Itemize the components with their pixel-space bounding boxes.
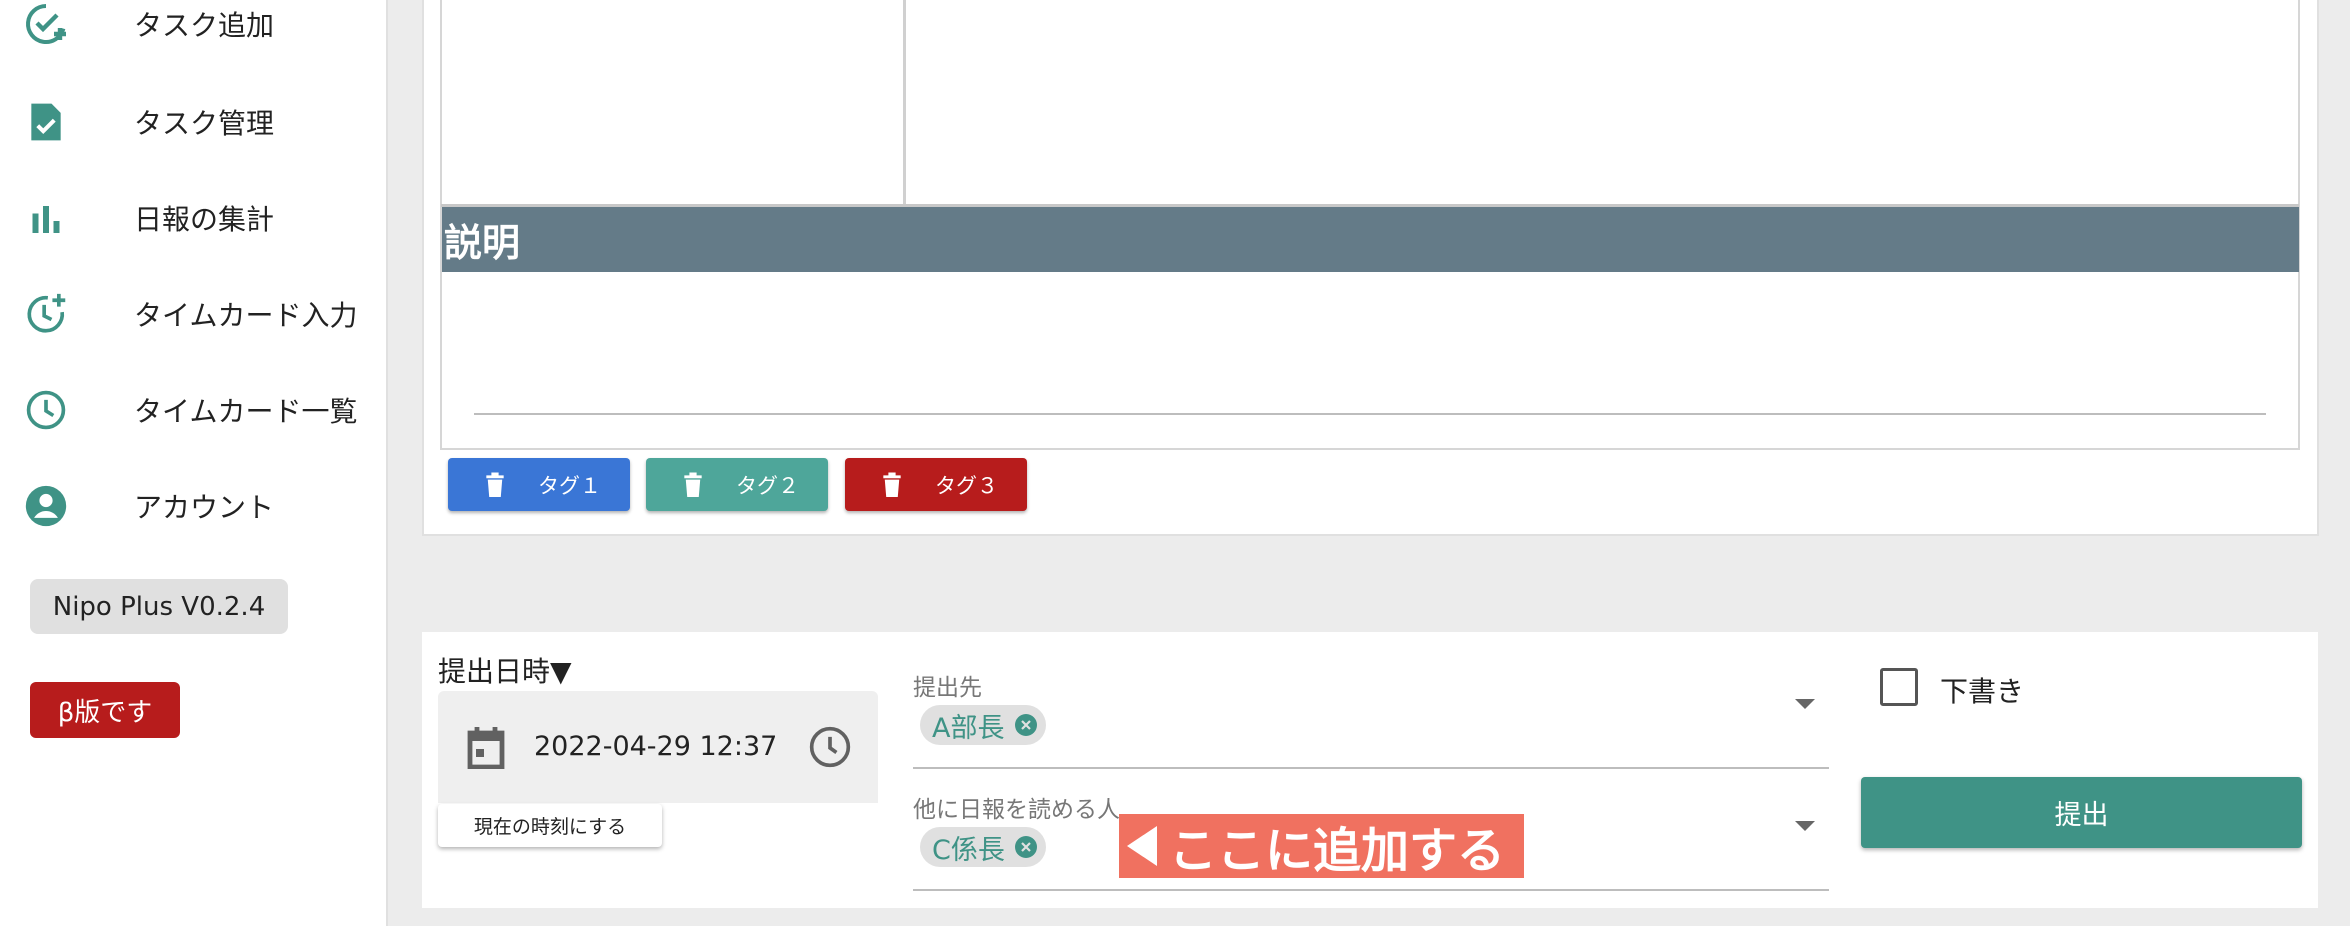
chip-label: C係長 xyxy=(932,834,1005,866)
submit-datetime-value: 2022-04-29 12:37 xyxy=(534,731,778,762)
chip-label: A部長 xyxy=(932,712,1005,744)
task-manage-icon xyxy=(22,98,70,146)
sidebar: タスク追加 タスク管理 日報の集計 タイムカード入力 タイムカード一覧 アカウン… xyxy=(0,0,388,926)
sidebar-item-label: 日報の集計 xyxy=(134,203,275,236)
sidebar-item-label: アカウント xyxy=(134,491,275,524)
description-input-line[interactable] xyxy=(474,413,2266,415)
calendar-icon[interactable] xyxy=(466,725,506,769)
trash-icon[interactable] xyxy=(484,471,506,497)
submit-datetime-field[interactable]: 2022-04-29 12:37 xyxy=(438,691,878,803)
tag-label: タグ３ xyxy=(935,473,998,498)
draft-checkbox[interactable] xyxy=(1880,668,1918,706)
sidebar-item-report-summary[interactable]: 日報の集計 xyxy=(0,170,386,266)
bar-chart-icon xyxy=(22,194,70,242)
annotation-text: ここに追加する xyxy=(1169,823,1506,879)
tag-chip-1[interactable]: タグ１ xyxy=(448,458,630,511)
sidebar-item-label: タイムカード入力 xyxy=(134,299,358,332)
recipient-dropdown-arrow[interactable] xyxy=(1795,699,1815,709)
task-add-icon xyxy=(22,0,70,48)
table-cell-left xyxy=(440,0,906,206)
set-current-time-button[interactable]: 現在の時刻にする xyxy=(438,804,662,847)
clock-icon[interactable] xyxy=(808,725,852,769)
beta-badge: β版です xyxy=(30,682,180,738)
recipient-chip: A部長 xyxy=(920,705,1046,745)
sidebar-item-label: タスク管理 xyxy=(134,107,275,140)
trash-icon[interactable] xyxy=(682,471,704,497)
trash-icon[interactable] xyxy=(881,471,903,497)
clock-icon xyxy=(22,386,70,434)
sidebar-item-timecard-list[interactable]: タイムカード一覧 xyxy=(0,362,386,458)
sidebar-item-label: タスク追加 xyxy=(134,9,275,42)
chip-remove-icon[interactable] xyxy=(1014,835,1038,859)
description-header: 説明 xyxy=(442,207,2299,272)
tag-label: タグ１ xyxy=(538,473,601,498)
left-arrow-icon xyxy=(1127,826,1157,866)
chip-remove-icon[interactable] xyxy=(1014,713,1038,737)
timecard-input-icon xyxy=(22,290,70,338)
tag-label: タグ２ xyxy=(736,473,799,498)
sidebar-item-timecard-input[interactable]: タイムカード入力 xyxy=(0,266,386,362)
readers-select[interactable] xyxy=(913,889,1829,891)
tag-chip-3[interactable]: タグ３ xyxy=(845,458,1027,511)
sidebar-item-label: タイムカード一覧 xyxy=(134,395,358,428)
recipient-label: 提出先 xyxy=(913,675,982,701)
draft-label: 下書き xyxy=(1940,675,2025,708)
account-icon xyxy=(22,482,70,530)
sidebar-item-task-add[interactable]: タスク追加 xyxy=(0,0,386,72)
submit-datetime-toggle[interactable]: 提出日時▼ xyxy=(438,650,572,690)
annotation-callout: ここに追加する xyxy=(1119,814,1524,879)
reader-chip: C係長 xyxy=(920,827,1046,867)
sidebar-item-task-manage[interactable]: タスク管理 xyxy=(0,74,386,170)
readers-label: 他に日報を読める人 xyxy=(913,797,1120,823)
submit-button[interactable]: 提出 xyxy=(1861,777,2302,848)
tag-chip-2[interactable]: タグ２ xyxy=(646,458,828,511)
recipient-select[interactable] xyxy=(913,767,1829,769)
sidebar-item-account[interactable]: アカウント xyxy=(0,458,386,554)
readers-dropdown-arrow[interactable] xyxy=(1795,821,1815,831)
version-chip: Nipo Plus V0.2.4 xyxy=(30,579,288,634)
